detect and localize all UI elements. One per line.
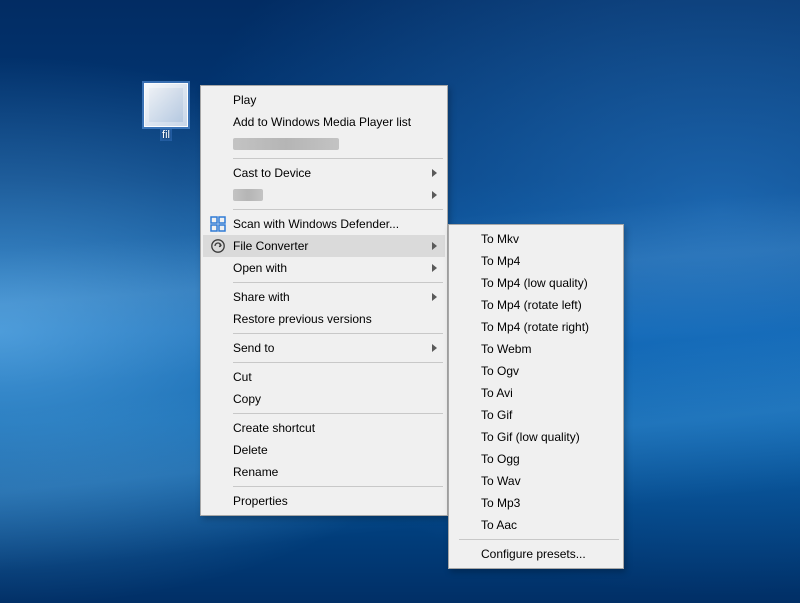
menu-label: To Wav [481,474,521,488]
menu-label: Restore previous versions [233,312,372,326]
submenu-item-to-avi[interactable]: To Avi [451,382,621,404]
chevron-right-icon [432,293,437,301]
chevron-right-icon [432,242,437,250]
menu-label: Play [233,93,256,107]
menu-separator [233,413,443,414]
menu-label: To Gif (low quality) [481,430,580,444]
menu-item-properties[interactable]: Properties [203,490,445,512]
submenu-item-to-gif[interactable]: To Gif [451,404,621,426]
submenu-item-to-mp4-rotate-left[interactable]: To Mp4 (rotate left) [451,294,621,316]
menu-label: File Converter [233,239,308,253]
menu-label: Scan with Windows Defender... [233,217,399,231]
menu-item-rename[interactable]: Rename [203,461,445,483]
redacted-label [233,189,263,201]
submenu-item-to-aac[interactable]: To Aac [451,514,621,536]
file-converter-submenu: To Mkv To Mp4 To Mp4 (low quality) To Mp… [448,224,624,569]
menu-item-send-to[interactable]: Send to [203,337,445,359]
menu-item-restore-previous[interactable]: Restore previous versions [203,308,445,330]
desktop-file-selected[interactable]: fil [136,83,196,144]
menu-item-file-converter[interactable]: File Converter [203,235,445,257]
submenu-item-to-ogv[interactable]: To Ogv [451,360,621,382]
windows-defender-icon [210,216,226,232]
context-menu: Play Add to Windows Media Player list Ca… [200,85,448,516]
menu-label: To Mp4 [481,254,520,268]
redacted-label [233,138,339,150]
menu-label: Share with [233,290,290,304]
menu-separator [233,158,443,159]
submenu-item-to-gif-low[interactable]: To Gif (low quality) [451,426,621,448]
menu-label: Open with [233,261,287,275]
menu-separator [233,209,443,210]
menu-item-redacted-2[interactable] [203,184,445,206]
menu-label: Rename [233,465,278,479]
menu-item-copy[interactable]: Copy [203,388,445,410]
submenu-item-to-mp3[interactable]: To Mp3 [451,492,621,514]
file-thumbnail-icon [144,83,188,127]
menu-separator [459,539,619,540]
menu-item-redacted-1[interactable] [203,133,445,155]
menu-label: Properties [233,494,288,508]
submenu-item-to-ogg[interactable]: To Ogg [451,448,621,470]
menu-item-cut[interactable]: Cut [203,366,445,388]
submenu-item-to-webm[interactable]: To Webm [451,338,621,360]
menu-label: Add to Windows Media Player list [233,115,411,129]
menu-separator [233,333,443,334]
menu-separator [233,362,443,363]
menu-label: To Mp4 (rotate left) [481,298,582,312]
menu-item-delete[interactable]: Delete [203,439,445,461]
submenu-item-configure-presets[interactable]: Configure presets... [451,543,621,565]
chevron-right-icon [432,344,437,352]
menu-item-cast[interactable]: Cast to Device [203,162,445,184]
menu-label: Create shortcut [233,421,315,435]
menu-label: To Mp4 (low quality) [481,276,588,290]
menu-item-add-wmp[interactable]: Add to Windows Media Player list [203,111,445,133]
menu-item-share-with[interactable]: Share with [203,286,445,308]
menu-label: To Webm [481,342,531,356]
menu-label: To Ogv [481,364,519,378]
menu-item-play[interactable]: Play [203,89,445,111]
menu-separator [233,486,443,487]
menu-label: Cast to Device [233,166,311,180]
submenu-item-to-mp4-low[interactable]: To Mp4 (low quality) [451,272,621,294]
menu-label: To Avi [481,386,513,400]
menu-label: Send to [233,341,274,355]
menu-label: Configure presets... [481,547,586,561]
menu-label: To Aac [481,518,517,532]
file-label: fil [160,129,172,141]
chevron-right-icon [432,169,437,177]
file-converter-icon [210,238,226,254]
menu-label: Copy [233,392,261,406]
menu-item-scan-defender[interactable]: Scan with Windows Defender... [203,213,445,235]
submenu-item-to-mkv[interactable]: To Mkv [451,228,621,250]
chevron-right-icon [432,191,437,199]
menu-label: To Mkv [481,232,519,246]
menu-label: Cut [233,370,252,384]
menu-label: Delete [233,443,268,457]
menu-item-open-with[interactable]: Open with [203,257,445,279]
chevron-right-icon [432,264,437,272]
menu-label: To Ogg [481,452,520,466]
submenu-item-to-mp4-rotate-right[interactable]: To Mp4 (rotate right) [451,316,621,338]
submenu-item-to-wav[interactable]: To Wav [451,470,621,492]
menu-separator [233,282,443,283]
menu-label: To Gif [481,408,512,422]
menu-label: To Mp4 (rotate right) [481,320,589,334]
menu-item-create-shortcut[interactable]: Create shortcut [203,417,445,439]
menu-label: To Mp3 [481,496,520,510]
submenu-item-to-mp4[interactable]: To Mp4 [451,250,621,272]
